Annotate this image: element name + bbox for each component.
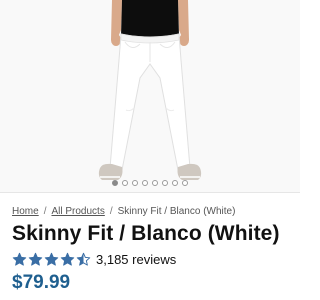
carousel-dot[interactable] [122, 180, 128, 186]
product-price: $79.99 [12, 272, 71, 293]
carousel-dot[interactable] [162, 180, 168, 186]
reviews-count-link[interactable]: 3,185 reviews [96, 252, 176, 267]
star-rating [12, 252, 91, 267]
rating-row[interactable]: 3,185 reviews [12, 250, 176, 268]
carousel-dot[interactable] [172, 180, 178, 186]
breadcrumb: Home / All Products / Skinny Fit / Blanc… [12, 206, 292, 217]
carousel-dot[interactable] [182, 180, 188, 186]
product-photo-illustration [0, 0, 300, 192]
star-icon [44, 252, 59, 266]
carousel-dots [0, 178, 300, 188]
carousel-dot[interactable] [132, 180, 138, 186]
star-icon [76, 252, 91, 266]
star-icon [28, 252, 43, 266]
divider [0, 192, 300, 193]
carousel-dot[interactable] [142, 180, 148, 186]
breadcrumb-all-products-link[interactable]: All Products [51, 206, 104, 217]
breadcrumb-current: Skinny Fit / Blanco (White) [117, 206, 236, 217]
product-title: Skinny Fit / Blanco (White) [12, 222, 280, 245]
star-icon [12, 252, 27, 266]
carousel-dot[interactable] [112, 180, 118, 186]
star-icon [60, 252, 75, 266]
breadcrumb-home-link[interactable]: Home [12, 206, 39, 217]
product-image[interactable] [0, 0, 300, 192]
breadcrumb-separator: / [43, 206, 47, 217]
breadcrumb-separator: / [109, 206, 113, 217]
carousel-dot[interactable] [152, 180, 158, 186]
